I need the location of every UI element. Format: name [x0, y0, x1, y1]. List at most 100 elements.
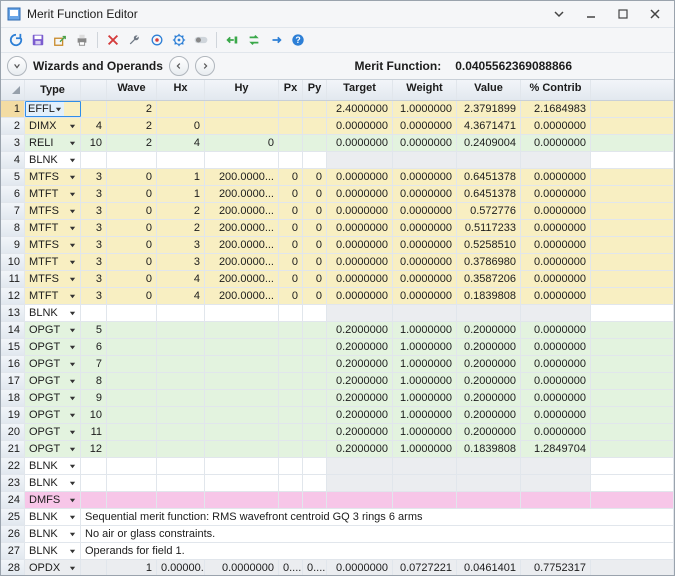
py-cell[interactable]	[303, 339, 327, 355]
wave-cell[interactable]: 2	[107, 101, 157, 117]
hy-cell[interactable]	[205, 407, 279, 423]
px-cell[interactable]: 0	[279, 220, 303, 236]
col-py[interactable]: Py	[303, 80, 327, 100]
row-number[interactable]: 7	[1, 203, 25, 219]
py-cell[interactable]	[303, 424, 327, 440]
p1-cell[interactable]: 3	[81, 169, 107, 185]
wave-cell[interactable]	[107, 356, 157, 372]
p1-cell[interactable]: 10	[81, 407, 107, 423]
value-cell[interactable]: 0.2000000	[457, 339, 521, 355]
px-cell[interactable]: 0....	[279, 560, 303, 575]
hx-cell[interactable]	[157, 339, 205, 355]
py-cell[interactable]: 0	[303, 203, 327, 219]
type-cell[interactable]: BLNK	[25, 475, 81, 491]
type-cell[interactable]: OPGT	[25, 407, 81, 423]
value-cell[interactable]: 0.6451378	[457, 169, 521, 185]
hx-cell[interactable]: 3	[157, 237, 205, 253]
p1-cell[interactable]: 3	[81, 186, 107, 202]
py-cell[interactable]	[303, 390, 327, 406]
target-cell[interactable]: 0.0000000	[327, 288, 393, 304]
p1-cell[interactable]: 3	[81, 220, 107, 236]
target-cell[interactable]: 0.0000000	[327, 237, 393, 253]
contrib-cell[interactable]: 0.7752317	[521, 560, 591, 575]
wave-cell[interactable]: 0	[107, 237, 157, 253]
weight-cell[interactable]: 0.0000000	[393, 169, 457, 185]
hy-cell[interactable]	[205, 101, 279, 117]
weight-cell[interactable]: 1.0000000	[393, 407, 457, 423]
p1-cell[interactable]: 4	[81, 118, 107, 134]
target-cell[interactable]: 0.2000000	[327, 339, 393, 355]
wave-cell[interactable]: 0	[107, 220, 157, 236]
value-cell[interactable]: 4.3671471	[457, 118, 521, 134]
corner-cell[interactable]	[1, 80, 25, 100]
table-row[interactable]: 23BLNK	[1, 475, 674, 492]
weight-cell[interactable]: 0.0000000	[393, 288, 457, 304]
target-cell[interactable]: 0.0000000	[327, 220, 393, 236]
target-cell[interactable]: 0.2000000	[327, 356, 393, 372]
row-number[interactable]: 8	[1, 220, 25, 236]
contrib-cell[interactable]: 0.0000000	[521, 135, 591, 151]
px-cell[interactable]	[279, 441, 303, 457]
type-cell[interactable]: MTFS	[25, 237, 81, 253]
weight-cell[interactable]: 0.0727221	[393, 560, 457, 575]
row-number[interactable]: 19	[1, 407, 25, 423]
save-icon[interactable]	[29, 31, 47, 49]
table-row[interactable]: 18OPGT90.20000001.00000000.20000000.0000…	[1, 390, 674, 407]
weight-cell[interactable]: 0.0000000	[393, 254, 457, 270]
wave-cell[interactable]: 0	[107, 271, 157, 287]
type-cell[interactable]: BLNK	[25, 526, 81, 542]
value-cell[interactable]: 0.2000000	[457, 356, 521, 372]
wave-cell[interactable]	[107, 390, 157, 406]
type-cell[interactable]: MTFS	[25, 271, 81, 287]
type-cell[interactable]: RELI	[25, 135, 81, 151]
py-cell[interactable]: 0	[303, 169, 327, 185]
px-cell[interactable]	[279, 373, 303, 389]
type-cell[interactable]: OPGT	[25, 356, 81, 372]
hx-cell[interactable]: 4	[157, 271, 205, 287]
type-cell[interactable]: DIMX	[25, 118, 81, 134]
p1-cell[interactable]: 7	[81, 356, 107, 372]
row-number[interactable]: 5	[1, 169, 25, 185]
row-number[interactable]: 11	[1, 271, 25, 287]
hx-cell[interactable]: 1	[157, 186, 205, 202]
table-row[interactable]: 13BLNK	[1, 305, 674, 322]
row-number[interactable]: 26	[1, 526, 25, 542]
contrib-cell[interactable]: 0.0000000	[521, 220, 591, 236]
table-row[interactable]: 19OPGT100.20000001.00000000.20000000.000…	[1, 407, 674, 424]
grid-body[interactable]: 1EFFL22.40000001.00000002.37918992.16849…	[1, 101, 674, 575]
hy-cell[interactable]: 200.0000...	[205, 254, 279, 270]
value-cell[interactable]: 0.2000000	[457, 407, 521, 423]
contrib-cell[interactable]: 0.0000000	[521, 339, 591, 355]
table-row[interactable]: 5MTFS301200.0000...000.00000000.00000000…	[1, 169, 674, 186]
wave-cell[interactable]: 2	[107, 135, 157, 151]
py-cell[interactable]: 0	[303, 186, 327, 202]
table-row[interactable]: 15OPGT60.20000001.00000000.20000000.0000…	[1, 339, 674, 356]
hx-cell[interactable]: 2	[157, 220, 205, 236]
contrib-cell[interactable]: 0.0000000	[521, 237, 591, 253]
row-number[interactable]: 10	[1, 254, 25, 270]
p1-cell[interactable]: 3	[81, 237, 107, 253]
py-cell[interactable]	[303, 356, 327, 372]
hx-cell[interactable]	[157, 356, 205, 372]
value-cell[interactable]: 0.3786980	[457, 254, 521, 270]
py-cell[interactable]	[303, 135, 327, 151]
col-target[interactable]: Target	[327, 80, 393, 100]
py-cell[interactable]	[303, 441, 327, 457]
table-row[interactable]: 3RELI102400.00000000.00000000.24090040.0…	[1, 135, 674, 152]
table-row[interactable]: 17OPGT80.20000001.00000000.20000000.0000…	[1, 373, 674, 390]
weight-cell[interactable]: 1.0000000	[393, 101, 457, 117]
hy-cell[interactable]	[205, 373, 279, 389]
target-cell[interactable]: 0.0000000	[327, 254, 393, 270]
px-cell[interactable]	[279, 118, 303, 134]
p1-cell[interactable]: 3	[81, 271, 107, 287]
row-number[interactable]: 20	[1, 424, 25, 440]
col-px[interactable]: Px	[279, 80, 303, 100]
target-cell[interactable]: 0.2000000	[327, 390, 393, 406]
target-cell[interactable]: 0.2000000	[327, 407, 393, 423]
wave-cell[interactable]: 1	[107, 560, 157, 575]
row-number[interactable]: 22	[1, 458, 25, 474]
wave-cell[interactable]	[107, 407, 157, 423]
hy-cell[interactable]: 0	[205, 135, 279, 151]
px-cell[interactable]	[279, 101, 303, 117]
target-cell[interactable]: 0.0000000	[327, 271, 393, 287]
